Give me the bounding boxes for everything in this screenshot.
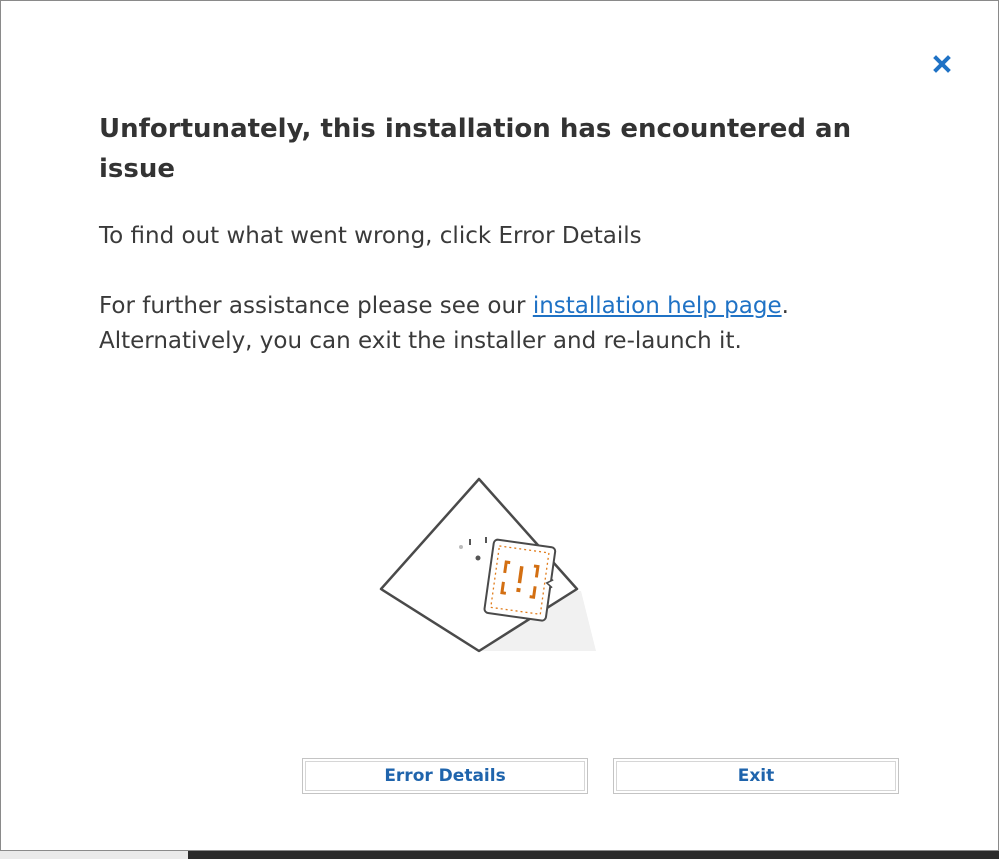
close-icon — [933, 55, 951, 73]
assistance-text: For further assistance please see our in… — [99, 289, 899, 359]
error-heading: Unfortunately, this installation has enc… — [99, 114, 852, 184]
assistance-text-after: . — [781, 293, 789, 319]
close-button[interactable] — [927, 49, 957, 79]
taskbar-strip — [0, 851, 999, 859]
installation-help-link[interactable]: installation help page — [533, 293, 782, 319]
assistance-text-before: For further assistance please see our — [99, 293, 533, 319]
taskbar-dark-segment — [188, 851, 999, 859]
error-details-button[interactable]: Error Details — [302, 758, 588, 794]
relaunch-text: Alternatively, you can exit the installe… — [99, 328, 742, 354]
exit-button[interactable]: Exit — [613, 758, 899, 794]
warning-card-illustration — [379, 477, 596, 653]
installer-window: Unfortunately, this installation has enc… — [0, 0, 999, 851]
error-details-hint: To find out what went wrong, click Error… — [99, 223, 642, 249]
